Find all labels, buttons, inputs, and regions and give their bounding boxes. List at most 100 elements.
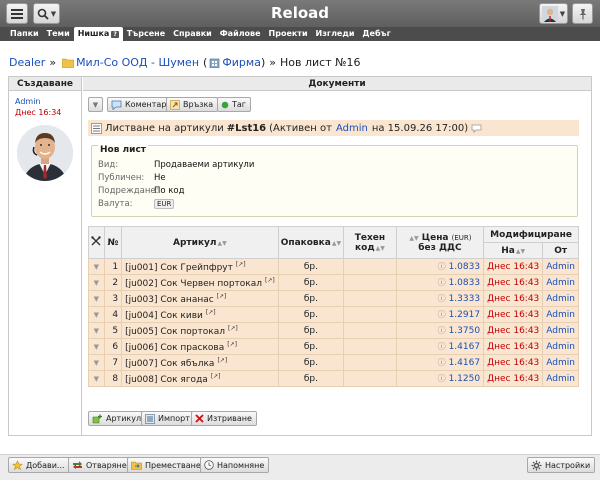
tab-folders[interactable]: Папки bbox=[6, 27, 43, 41]
creator-column: Създаване Admin Днес 16:34 bbox=[9, 77, 82, 435]
table-row[interactable]: ▼ 1 [ju001] Сок Грейпфрут [↗] бр. ⓘ 1.0833… bbox=[88, 258, 579, 275]
sort-icon: ▲▼ bbox=[331, 239, 342, 247]
table-row[interactable]: ▼ 4 [ju004] Сок киви [↗] бр. ⓘ 1.2917 Днес… bbox=[88, 306, 579, 323]
row-menu-icon[interactable]: ▼ bbox=[88, 370, 105, 387]
currency-badge: EUR bbox=[154, 199, 175, 209]
info-icon: ⓘ bbox=[437, 262, 446, 271]
article-cell[interactable]: [ju008] Сок ягода [↗] bbox=[121, 370, 279, 387]
import-button-label: Импорт bbox=[158, 414, 190, 423]
detail-row-public: Публичен: Не bbox=[98, 173, 166, 183]
user-profile-button[interactable]: ▼ bbox=[539, 3, 568, 24]
table-row[interactable]: ▼ 5 [ju005] Сок портокал [↗] бр. ⓘ 1.3750 … bbox=[88, 322, 579, 339]
tab-files[interactable]: Файлове bbox=[216, 27, 265, 41]
remind-button[interactable]: Напомняне bbox=[200, 457, 270, 473]
article-cell[interactable]: [ju003] Сок ананас [↗] bbox=[121, 290, 279, 307]
breadcrumb-separator: » bbox=[49, 56, 57, 69]
sort-icon: ▲▼ bbox=[515, 247, 526, 255]
creator-name[interactable]: Admin bbox=[15, 97, 81, 106]
details-fieldset: Нов лист Вид: Продаваеми артикули Публиче… bbox=[91, 145, 578, 217]
article-cell[interactable]: [ju007] Сок ябълка [↗] bbox=[121, 354, 279, 371]
article-cell[interactable]: [ju005] Сок портокал [↗] bbox=[121, 322, 279, 339]
row-menu-icon[interactable]: ▼ bbox=[88, 306, 105, 323]
articles-table: № Артикул▲▼ Опаковка▲▼ Техен код▲▼ ▲▼ Це… bbox=[88, 226, 579, 387]
table-row[interactable]: ▼ 2 [ju002] Сок Червен портокал [↗] бр. ⓘ… bbox=[88, 274, 579, 291]
external-link-icon[interactable]: [↗] bbox=[265, 277, 275, 284]
comment-icon bbox=[111, 100, 122, 110]
tools-header[interactable] bbox=[88, 226, 105, 259]
app-title: Reload bbox=[270, 4, 330, 22]
move-button-label: Преместване bbox=[145, 460, 201, 470]
listing-code[interactable]: #Lst16 bbox=[227, 123, 266, 134]
row-menu-icon[interactable]: ▼ bbox=[88, 258, 105, 275]
link-button-label: Връзка bbox=[183, 100, 214, 109]
delete-button[interactable]: Изтриване bbox=[191, 411, 257, 426]
tag-dot-icon bbox=[221, 101, 229, 108]
article-cell[interactable]: [ju006] Сок праскова [↗] bbox=[121, 338, 279, 355]
tag-button-label: Таг bbox=[232, 100, 246, 109]
settings-button[interactable]: Настройки bbox=[527, 457, 596, 473]
documents-column: Документи ▼ Коментар Връзка Таг Листване… bbox=[83, 77, 591, 435]
article-cell[interactable]: [ju004] Сок киви [↗] bbox=[121, 306, 279, 323]
tab-search[interactable]: Търсене bbox=[123, 27, 169, 41]
breadcrumb-folder-tag[interactable]: Фирма bbox=[222, 56, 261, 69]
table-row[interactable]: ▼ 6 [ju006] Сок праскова [↗] бр. ⓘ 1.4167 … bbox=[88, 338, 579, 355]
row-menu-icon[interactable]: ▼ bbox=[88, 322, 105, 339]
table-row[interactable]: ▼ 7 [ju007] Сок ябълка [↗] бр. ⓘ 1.4167 Дн… bbox=[88, 354, 579, 371]
comment-button[interactable]: Коментар bbox=[107, 97, 172, 112]
table-row[interactable]: ▼ 8 [ju008] Сок ягода [↗] бр. ⓘ 1.1250 Дне… bbox=[88, 370, 579, 387]
row-menu-icon[interactable]: ▼ bbox=[88, 274, 105, 291]
tab-views[interactable]: Изгледи bbox=[312, 27, 359, 41]
external-link-icon[interactable]: [↗] bbox=[206, 309, 216, 316]
listing-status-bar: Листване на артикули #Lst16 (Активен от … bbox=[88, 120, 579, 136]
article-header[interactable]: Артикул▲▼ bbox=[121, 226, 279, 259]
row-menu-icon[interactable]: ▼ bbox=[88, 290, 105, 307]
external-link-icon[interactable]: [↗] bbox=[211, 373, 221, 380]
pack-header[interactable]: Опаковка▲▼ bbox=[277, 226, 345, 259]
speech-bubble-icon[interactable] bbox=[471, 124, 482, 133]
info-icon: ⓘ bbox=[437, 278, 446, 287]
breadcrumb-folder[interactable]: Мил-Со ООД - Шумен bbox=[76, 56, 199, 69]
tag-button[interactable]: Таг bbox=[217, 97, 251, 112]
article-cell[interactable]: [ju002] Сок Червен портокал [↗] bbox=[121, 274, 279, 291]
external-link-icon[interactable]: [↗] bbox=[228, 325, 238, 332]
tab-debug[interactable]: Дебъг bbox=[358, 27, 394, 41]
import-icon bbox=[145, 413, 155, 424]
add-button[interactable]: Добави... bbox=[8, 457, 70, 473]
table-row[interactable]: ▼ 3 [ju003] Сок ананас [↗] бр. ⓘ 1.3333 Дн… bbox=[88, 290, 579, 307]
star-add-icon bbox=[12, 459, 23, 470]
external-link-icon[interactable]: [↗] bbox=[227, 341, 237, 348]
nav-tabs: Папки Теми Нишка? Търсене Справки Файлов… bbox=[0, 27, 600, 41]
external-link-icon[interactable]: [↗] bbox=[236, 261, 246, 268]
tab-thread[interactable]: Нишка? bbox=[73, 27, 123, 41]
tab-topics[interactable]: Теми bbox=[43, 27, 74, 41]
external-link-icon[interactable]: [↗] bbox=[217, 357, 227, 364]
sort-icon: ▲▼ bbox=[409, 234, 419, 242]
pin-button[interactable] bbox=[572, 3, 593, 24]
add-article-button[interactable]: Артикул bbox=[88, 411, 147, 426]
avatar-icon bbox=[541, 5, 558, 22]
listing-status-pre: (Активен от bbox=[269, 122, 332, 134]
comment-button-label: Коментар bbox=[125, 100, 167, 109]
row-menu-icon[interactable]: ▼ bbox=[88, 338, 105, 355]
modified-from-header: От bbox=[542, 242, 579, 259]
article-cell[interactable]: [ju001] Сок Грейпфрут [↗] bbox=[121, 258, 279, 275]
breadcrumb-root[interactable]: Dealer bbox=[9, 56, 45, 69]
import-button[interactable]: Импорт bbox=[141, 411, 195, 426]
no-header: № bbox=[103, 226, 123, 259]
price-header[interactable]: ▲▼ Цена (EUR) без ДДС bbox=[395, 226, 485, 259]
delete-button-label: Изтриване bbox=[207, 414, 252, 423]
article-add-icon bbox=[92, 414, 102, 423]
pin-icon bbox=[579, 8, 586, 19]
modified-on-header[interactable]: На▲▼ bbox=[483, 242, 544, 259]
collapse-button[interactable]: ▼ bbox=[88, 97, 103, 112]
move-button[interactable]: Преместване bbox=[127, 457, 206, 473]
detail-row-type: Вид: Продаваеми артикули bbox=[98, 160, 255, 170]
techcode-header[interactable]: Техен код▲▼ bbox=[343, 226, 397, 259]
tab-reports[interactable]: Справки bbox=[169, 27, 216, 41]
listing-user[interactable]: Admin bbox=[336, 123, 368, 134]
external-link-icon[interactable]: [↗] bbox=[217, 293, 227, 300]
tab-projects[interactable]: Проекти bbox=[265, 27, 312, 41]
row-menu-icon[interactable]: ▼ bbox=[88, 354, 105, 371]
link-button[interactable]: Връзка bbox=[166, 97, 219, 112]
open-button[interactable]: Отваряне bbox=[68, 457, 132, 473]
